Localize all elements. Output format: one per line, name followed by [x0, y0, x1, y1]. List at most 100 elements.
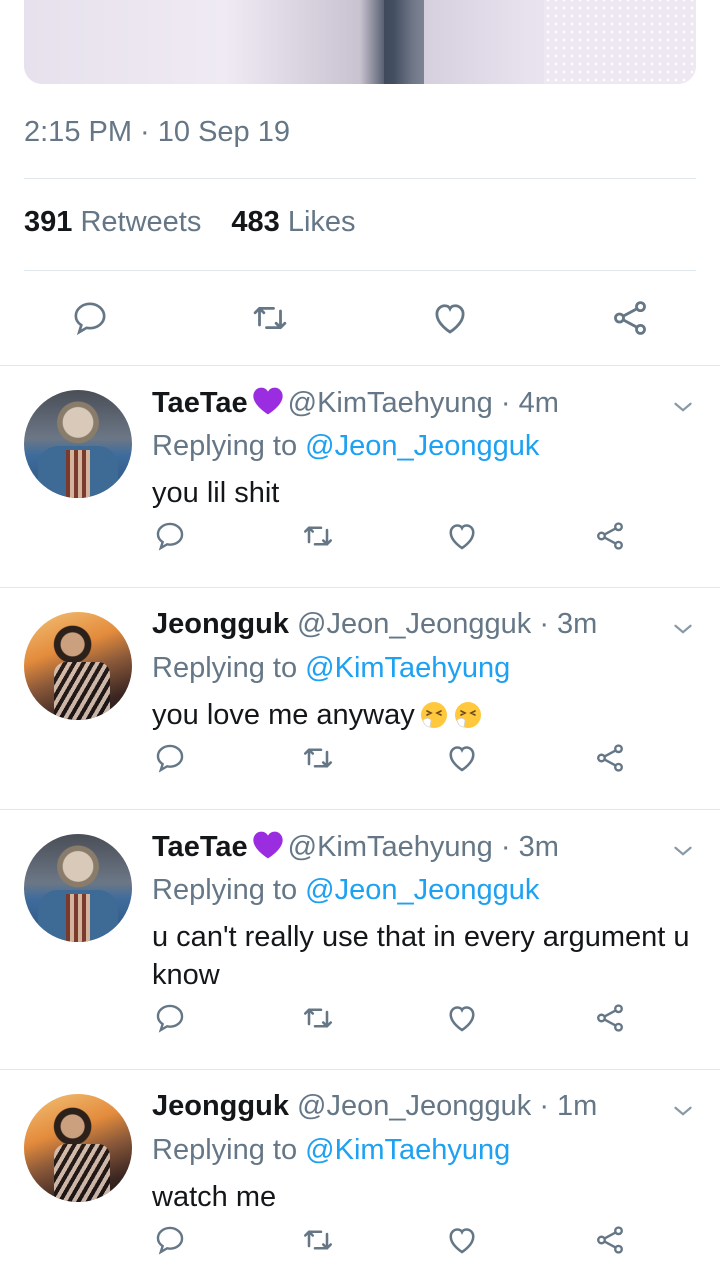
share-icon — [614, 301, 646, 335]
reply-tweet[interactable]: Jeongguk @Jeon_Jeongguk · 1m Replying to … — [0, 1070, 720, 1279]
share-button[interactable] — [590, 740, 630, 780]
separator-dot: · — [531, 1090, 558, 1122]
display-name[interactable]: TaeTae — [152, 387, 248, 419]
like-label[interactable]: Likes — [288, 206, 356, 238]
retweet-label[interactable]: Retweets — [80, 206, 201, 238]
like-button[interactable] — [428, 296, 472, 340]
reply-button[interactable] — [68, 296, 112, 340]
avatar-shirt — [66, 894, 90, 942]
user-handle[interactable]: @KimTaehyung — [288, 387, 493, 419]
reply-icon — [153, 741, 187, 780]
display-name[interactable]: Jeongguk — [152, 608, 289, 640]
like-button[interactable] — [442, 740, 482, 780]
share-button[interactable] — [590, 1222, 630, 1262]
reply-text: you lil shit — [152, 477, 280, 509]
reply-button[interactable] — [150, 1222, 190, 1262]
replying-to-handle[interactable]: @Jeon_Jeongguk — [305, 430, 539, 462]
share-icon — [593, 519, 627, 558]
retweet-count[interactable]: 391 — [24, 206, 72, 238]
avatar-shirt — [66, 450, 90, 498]
purple-heart-emoji — [252, 386, 284, 424]
reply-text: u can't really use that in every argumen… — [152, 921, 690, 991]
separator-dot: · — [492, 387, 519, 419]
purple-heart-emoji — [252, 830, 284, 868]
replying-to-line: Replying to @KimTaehyung — [152, 652, 510, 685]
replying-to-line: Replying to @Jeon_Jeongguk — [152, 874, 539, 907]
avatar[interactable] — [24, 390, 132, 498]
avatar[interactable] — [24, 612, 132, 720]
user-handle[interactable]: @Jeon_Jeongguk — [297, 608, 531, 640]
share-button[interactable] — [590, 1000, 630, 1040]
replying-to-handle[interactable]: @KimTaehyung — [305, 1134, 510, 1166]
reply-icon — [74, 302, 106, 336]
reply-text: you love me anyway — [152, 699, 415, 731]
tweet-media-image[interactable] — [24, 0, 696, 84]
heart-icon — [444, 1000, 480, 1041]
replying-to-handle[interactable]: @Jeon_Jeongguk — [305, 874, 539, 906]
avatar-shirt — [54, 1144, 110, 1202]
display-name[interactable]: Jeongguk — [152, 1090, 289, 1122]
reply-time: 3m — [557, 608, 598, 640]
replying-to-prefix: Replying to — [152, 1134, 298, 1166]
like-count[interactable]: 483 — [231, 206, 279, 238]
reply-text-block: you love me anyway — [152, 696, 708, 734]
more-options-button[interactable] — [670, 1098, 696, 1124]
media-shadow — [384, 0, 424, 84]
reply-time: 3m — [518, 831, 559, 863]
reply-text: watch me — [152, 1181, 277, 1213]
share-icon — [593, 1223, 627, 1262]
like-button[interactable] — [442, 1000, 482, 1040]
divider — [24, 178, 696, 179]
replying-to-handle[interactable]: @KimTaehyung — [305, 652, 510, 684]
more-options-button[interactable] — [670, 616, 696, 642]
reply-icon — [153, 1223, 187, 1262]
retweet-button[interactable] — [298, 518, 338, 558]
heart-icon — [444, 1222, 480, 1263]
sneezing-face-emoji — [419, 700, 449, 730]
avatar[interactable] — [24, 834, 132, 942]
retweet-button[interactable] — [248, 296, 292, 340]
more-options-button[interactable] — [670, 394, 696, 420]
retweet-button[interactable] — [298, 740, 338, 780]
reply-text-block: u can't really use that in every argumen… — [152, 918, 708, 994]
tweet-action-bar — [0, 290, 720, 348]
reply-tweet[interactable]: TaeTae @KimTaehyung · 3m Replying to @Jeon… — [0, 810, 720, 1070]
replying-to-prefix: Replying to — [152, 430, 298, 462]
more-options-button[interactable] — [670, 838, 696, 864]
replying-to-prefix: Replying to — [152, 652, 298, 684]
like-button[interactable] — [442, 518, 482, 558]
retweet-button[interactable] — [298, 1222, 338, 1262]
like-button[interactable] — [442, 1222, 482, 1262]
reply-button[interactable] — [150, 740, 190, 780]
sneezing-face-emoji — [453, 700, 483, 730]
user-handle[interactable]: @Jeon_Jeongguk — [297, 1090, 531, 1122]
heart-icon — [444, 518, 480, 559]
retweet-icon — [300, 1000, 336, 1041]
chevron-down-icon — [670, 402, 696, 424]
share-button[interactable] — [608, 296, 652, 340]
heart-icon — [435, 304, 465, 334]
tweet-timestamp: 2:15 PM · 10 Sep 19 — [24, 116, 290, 148]
share-icon — [593, 741, 627, 780]
user-handle[interactable]: @KimTaehyung — [288, 831, 493, 863]
media-texture — [544, 0, 696, 84]
reply-time: 4m — [518, 387, 559, 419]
divider — [24, 270, 696, 271]
reply-tweet[interactable]: Jeongguk @Jeon_Jeongguk · 3m Replying to … — [0, 588, 720, 810]
share-button[interactable] — [590, 518, 630, 558]
display-name[interactable]: TaeTae — [152, 831, 248, 863]
reply-text-block: watch me — [152, 1178, 708, 1216]
reply-header: TaeTae @KimTaehyung · 3m — [152, 830, 559, 868]
chevron-down-icon — [670, 1106, 696, 1128]
reply-button[interactable] — [150, 1000, 190, 1040]
share-icon — [593, 1001, 627, 1040]
retweet-icon — [300, 740, 336, 781]
replying-to-line: Replying to @Jeon_Jeongguk — [152, 430, 539, 463]
reply-icon — [153, 1001, 187, 1040]
avatar[interactable] — [24, 1094, 132, 1202]
retweet-button[interactable] — [298, 1000, 338, 1040]
reply-button[interactable] — [150, 518, 190, 558]
reply-tweet[interactable]: TaeTae @KimTaehyung · 4m Replying to @Jeon… — [0, 366, 720, 588]
avatar-shirt — [54, 662, 110, 720]
tweet-stats: 391 Retweets 483 Likes — [24, 206, 356, 239]
